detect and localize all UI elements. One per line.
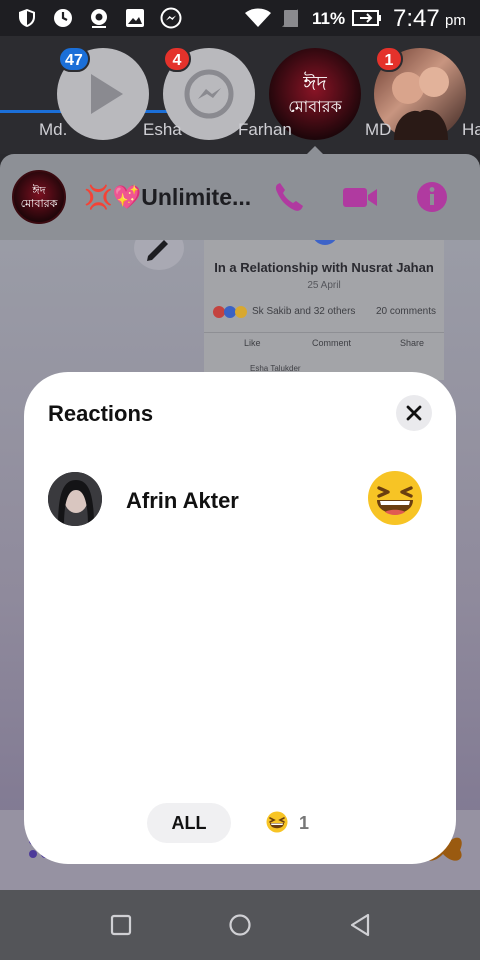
signal-icon [282, 9, 298, 27]
pointer-caret [307, 146, 323, 154]
battery-icon [352, 10, 381, 26]
back-button[interactable] [345, 910, 375, 940]
chat-head-name: MD [365, 120, 392, 139]
post-reactions-text: Sk Sakib and 32 others [252, 306, 356, 317]
profile-photo [48, 472, 102, 526]
unread-badge: 4 [163, 46, 191, 72]
pencil-icon [147, 240, 168, 261]
avatar-text: ঈদ মোবারক [20, 184, 58, 210]
unread-badge: 1 [375, 46, 403, 72]
sheet-title: Reactions [48, 401, 154, 426]
close-icon [406, 405, 422, 421]
comment-button[interactable]: Comment [312, 338, 351, 348]
reactions-sheet: Reactions Afrin Akter ALL 1 [24, 372, 456, 864]
battery-percent: 11% [312, 9, 346, 28]
location-icon [91, 9, 107, 28]
image-icon [126, 9, 144, 27]
reactor-row[interactable]: Afrin Akter [24, 464, 456, 534]
video-icon[interactable] [341, 180, 379, 214]
post-comments-count: 20 comments [375, 306, 436, 317]
status-bar: 11% 7:47 pm [0, 0, 480, 36]
conversation-avatar[interactable]: ঈদ মোবারক [12, 170, 66, 224]
chat-head-name: Farhan [238, 120, 292, 139]
recent-apps-button[interactable] [106, 910, 136, 940]
shared-post-card[interactable]: In a Relationship with Nusrat Jahan 25 A… [204, 240, 444, 380]
phone-icon[interactable] [272, 180, 306, 214]
filter-all-tab[interactable]: ALL [147, 803, 231, 843]
close-button[interactable] [396, 395, 432, 431]
svg-text:ঈদ: ঈদ [302, 71, 327, 95]
svg-text:মোবারক: মোবারক [288, 97, 342, 116]
edit-button[interactable] [134, 240, 184, 270]
clock-time: 7:47 [393, 5, 440, 32]
navigation-bar [0, 890, 480, 960]
home-button[interactable] [225, 910, 255, 940]
reaction-icons [213, 306, 247, 318]
wifi-icon [245, 8, 271, 27]
like-button[interactable]: Like [244, 338, 261, 348]
chat-head-name: Esha [143, 120, 182, 139]
conversation-title[interactable]: 💢💖Unlimite... [84, 184, 251, 211]
laughing-emoji-icon [368, 471, 422, 525]
clock-ampm: pm [445, 12, 466, 29]
post-date: 25 April [307, 280, 341, 291]
avatar[interactable] [48, 472, 102, 526]
messenger-icon [160, 7, 182, 29]
post-title: In a Relationship with Nusrat Jahan [214, 260, 434, 275]
chat-head-name: Ha [462, 120, 480, 139]
clock-icon [54, 9, 72, 27]
reactor-name: Afrin Akter [126, 488, 239, 513]
laughing-emoji-filter-icon[interactable] [266, 811, 288, 833]
relationship-icon [314, 240, 336, 245]
chat-head-name: Md. [39, 120, 68, 139]
info-icon[interactable] [415, 180, 449, 214]
post-actions: Like Comment Share [204, 332, 444, 354]
share-button[interactable]: Share [400, 338, 424, 348]
unread-badge: 47 [58, 46, 90, 72]
conversation-header: ঈদ মোবারক 💢💖Unlimite... [0, 154, 480, 240]
shield-icon [19, 9, 35, 27]
laugh-count[interactable]: 1 [299, 813, 309, 834]
chat-heads-bar: 47 Md. 4 Esha ঈদ মোবারক Farhan 1 MD Ha [0, 36, 480, 154]
